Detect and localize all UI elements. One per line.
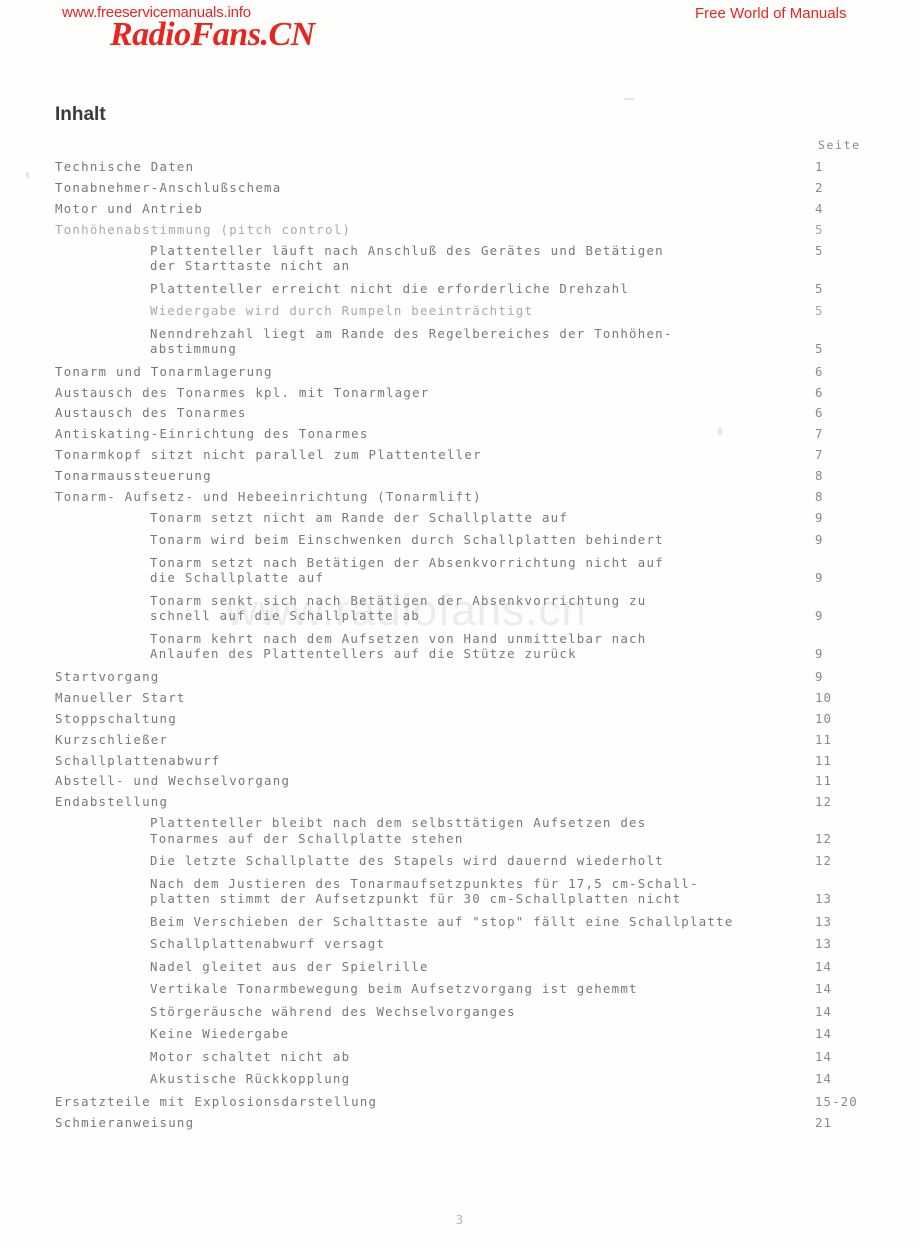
toc-entry-page-number: 13 xyxy=(815,913,833,929)
scan-artifact xyxy=(26,172,29,178)
toc-entry-label: Nach dem Justieren des Tonarmaufsetzpunk… xyxy=(150,875,699,891)
toc-entry-label: Abstell- und Wechselvorgang xyxy=(55,773,291,789)
toc-entry-label: Schallplattenabwurf versagt xyxy=(150,936,386,952)
toc-entry-label: Technische Daten xyxy=(55,159,195,174)
toc-entry-page-number: 11 xyxy=(815,773,833,789)
toc-entry-page-number: 2 xyxy=(815,179,824,195)
toc-entry-label: Tonarm setzt nicht am Rande der Schallpl… xyxy=(150,509,569,525)
toc-entry-page-number: 14 xyxy=(815,981,833,997)
toc-entry-label: Störgeräusche während des Wechselvorgang… xyxy=(150,1003,516,1019)
toc-entry-page-number: 9 xyxy=(815,668,824,684)
toc-entry-page-number: 9 xyxy=(815,532,824,548)
toc-entry-label: schnell auf die Schallplatte ab xyxy=(150,608,421,624)
toc-entry-page-number: 14 xyxy=(815,1026,833,1042)
toc-entry-label: Die letzte Schallplatte des Stapels wird… xyxy=(150,853,664,869)
toc-entry-label: Akustische Rückkopplung xyxy=(150,1071,351,1087)
toc-entry-page-number: 6 xyxy=(815,363,824,379)
scan-artifact xyxy=(718,428,722,435)
toc-entry-page-number: 5 xyxy=(815,242,824,258)
toc-entry-page-number: 12 xyxy=(815,794,833,810)
toc-entry-page-number: 11 xyxy=(815,731,833,747)
toc-entry-label: Keine Wiedergabe xyxy=(150,1026,290,1042)
toc-entry-page-number: 14 xyxy=(815,1071,833,1087)
toc-entry-label: die Schallplatte auf xyxy=(150,570,325,586)
toc-entry-label: Plattenteller erreicht nicht die erforde… xyxy=(150,280,630,296)
toc-entry-label: Plattenteller bleibt nach dem selbsttäti… xyxy=(150,815,647,831)
toc-entry-label: Plattenteller läuft nach Anschluß des Ge… xyxy=(150,242,664,258)
toc-entry-page-number: 13 xyxy=(815,936,833,952)
toc-entry-page-number: 9 xyxy=(815,570,824,586)
toc-entry-label: Ersatzteile mit Explosionsdarstellung xyxy=(55,1093,378,1109)
toc-entry-page-number: 9 xyxy=(815,509,824,525)
toc-entry-label: Schallplattenabwurf xyxy=(55,752,221,768)
toc-entry-label: Tonarmaussteuerung xyxy=(55,468,212,484)
toc-entry-label: Motor schaltet nicht ab xyxy=(150,1048,351,1064)
toc-entry-label: Tonarmkopf sitzt nicht parallel zum Plat… xyxy=(55,447,482,463)
toc-entry-page-number: 5 xyxy=(815,280,824,296)
header-tagline: Free World of Manuals xyxy=(695,5,847,22)
toc-entry-label: Austausch des Tonarmes xyxy=(55,405,247,421)
toc-entry-label: abstimmung xyxy=(150,341,238,357)
toc-entry-page-number: 9 xyxy=(815,608,824,624)
toc-entry-label: Austausch des Tonarmes kpl. mit Tonarmla… xyxy=(55,384,430,400)
toc-entry-page-number: 12 xyxy=(815,830,833,846)
toc-entry-label: Endabstellung xyxy=(55,794,169,810)
toc-entry-page-number: 11 xyxy=(815,752,833,768)
toc-entry-label: Tonarm wird beim Einschwenken durch Scha… xyxy=(150,532,664,548)
toc-entry-label: Manueller Start xyxy=(55,689,186,705)
toc-entry-page-number: 12 xyxy=(815,853,833,869)
toc-entry-page-number: 10 xyxy=(815,689,833,705)
toc-entry-page-number: 14 xyxy=(815,958,833,974)
toc-entry-page-number: 7 xyxy=(815,447,824,463)
page-column-header: Seite xyxy=(818,138,861,152)
toc-entry-label: der Starttaste nicht an xyxy=(150,258,351,274)
toc-entry-label: Antiskating-Einrichtung des Tonarmes xyxy=(55,426,369,442)
toc-entry-label: Schmieranweisung xyxy=(55,1114,195,1130)
toc-entry-label: Motor und Antrieb xyxy=(55,200,204,216)
toc-entry-label: Tonarmes auf der Schallplatte stehen xyxy=(150,830,464,846)
toc-entry-page-number: 13 xyxy=(815,891,833,907)
toc-entry-page-number: 8 xyxy=(815,468,824,484)
header-logo-radiofans: RadioFans.CN xyxy=(110,16,315,53)
toc-entry-label: Vertikale Tonarmbewegung beim Aufsetzvor… xyxy=(150,981,638,997)
toc-entry-page-number: 14 xyxy=(815,1048,833,1064)
toc-entry-label: Tonarm setzt nach Betätigen der Absenkvo… xyxy=(150,554,664,570)
toc-entry-label: Tonarm kehrt nach dem Aufsetzen von Hand… xyxy=(150,630,647,646)
toc-entry-page-number: 6 xyxy=(815,384,824,400)
toc-entry-label: Nadel gleitet aus der Spielrille xyxy=(150,958,429,974)
toc-entry-page-number: 8 xyxy=(815,489,824,504)
toc-entry-label: Tonhöhenabstimmung (pitch control) xyxy=(55,221,352,237)
toc-entry-label: Beim Verschieben der Schalttaste auf "st… xyxy=(150,913,734,929)
toc-entry-page-number: 1 xyxy=(815,159,824,174)
toc-entry-label: Tonabnehmer-Anschlußschema xyxy=(55,179,282,195)
page-title: Inhalt xyxy=(55,104,106,125)
toc-entry-label: Nenndrehzahl liegt am Rande des Regelber… xyxy=(150,325,673,341)
toc-entry-label: Anlaufen des Plattentellers auf die Stüt… xyxy=(150,646,577,662)
toc-entry-page-number: 15-20 xyxy=(815,1093,858,1109)
toc-entry-label: Wiedergabe wird durch Rumpeln beeinträch… xyxy=(150,303,534,319)
toc-entry-page-number: 5 xyxy=(815,221,824,237)
scan-artifact xyxy=(624,98,634,100)
toc-entry-label: Kurzschließer xyxy=(55,731,169,747)
toc-entry-label: Tonarm und Tonarmlagerung xyxy=(55,363,273,379)
toc-entry-page-number: 7 xyxy=(815,426,824,442)
toc-entry-page-number: 5 xyxy=(815,303,824,319)
toc-entry-label: Tonarm- Aufsetz- und Hebeeinrichtung (To… xyxy=(55,489,482,504)
toc-entry-page-number: 6 xyxy=(815,405,824,421)
toc-entry-page-number: 21 xyxy=(815,1114,833,1130)
toc-entry-label: Tonarm senkt sich nach Betätigen der Abs… xyxy=(150,592,647,608)
toc-entry-label: platten stimmt der Aufsetzpunkt für 30 c… xyxy=(150,891,682,907)
toc-entry-page-number: 5 xyxy=(815,341,824,357)
toc-entry-label: Startvorgang xyxy=(55,668,160,684)
toc-entry-page-number: 14 xyxy=(815,1003,833,1019)
footer-page-number: 3 xyxy=(455,1212,465,1227)
toc-entry-label: Stoppschaltung xyxy=(55,710,177,726)
toc-entry-page-number: 4 xyxy=(815,200,824,216)
toc-entry-page-number: 9 xyxy=(815,646,824,662)
toc-entry-page-number: 10 xyxy=(815,710,833,726)
